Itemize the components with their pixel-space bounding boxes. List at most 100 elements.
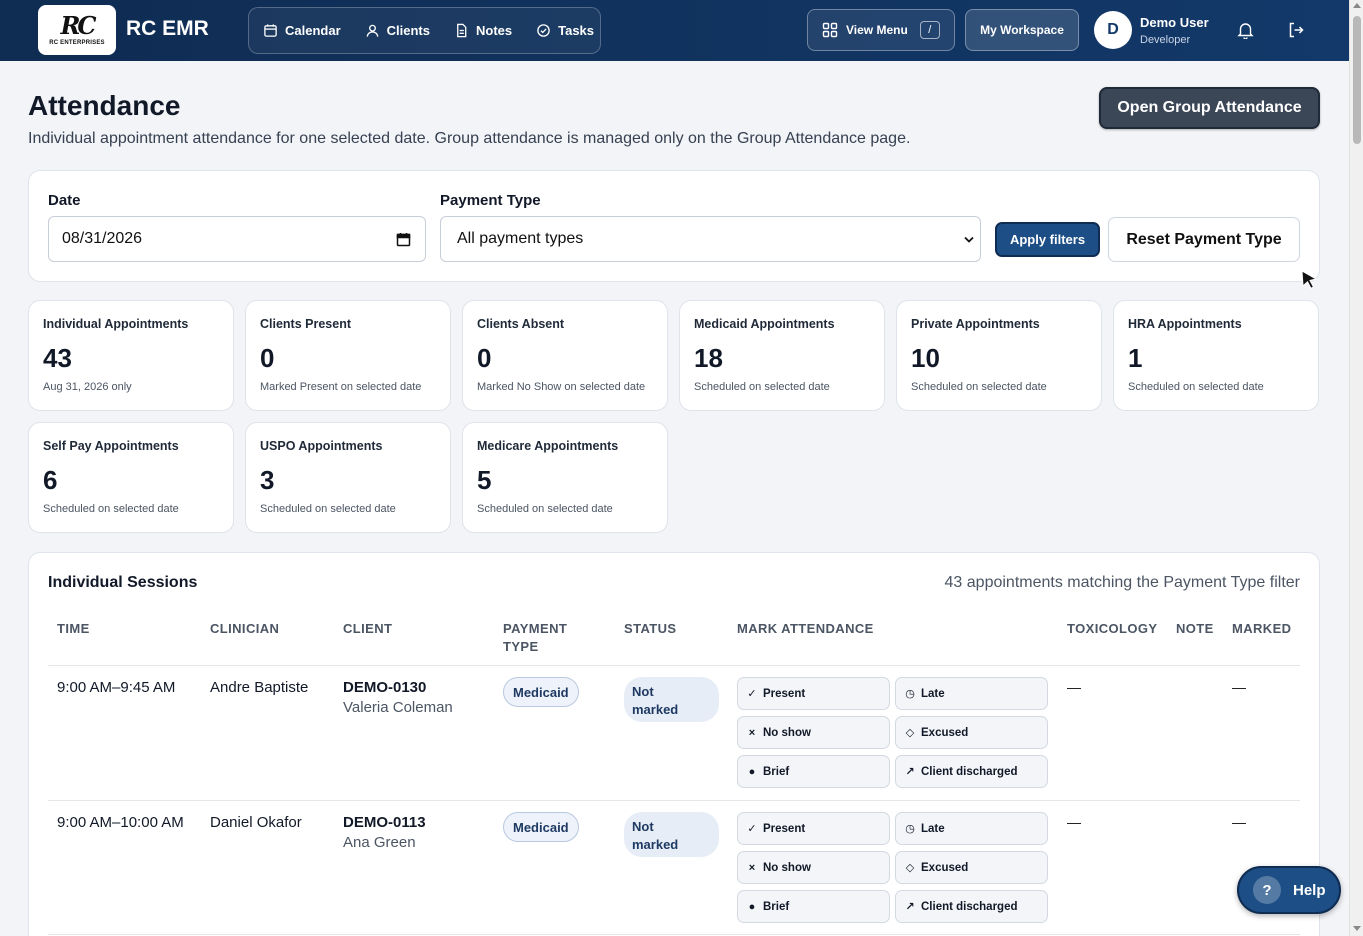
scrollbar-thumb[interactable]: [1353, 16, 1361, 144]
stat-value: 0: [260, 343, 275, 373]
mark-excused-button[interactable]: ◇ Excused: [895, 716, 1048, 749]
button-label: Client discharged: [921, 765, 1018, 778]
nav-clients[interactable]: Clients: [365, 23, 430, 38]
dot-icon: ●: [748, 765, 756, 778]
mark-client-discharged-button[interactable]: ↗ Client discharged: [895, 890, 1048, 923]
stat-description: Scheduled on selected date: [694, 381, 830, 393]
logo-subtitle: RC ENTERPRISES: [49, 40, 105, 46]
view-menu-label: View Menu: [846, 23, 908, 37]
stat-label: Clients Present: [260, 317, 352, 331]
nav-calendar[interactable]: Calendar: [263, 23, 341, 38]
diamond-icon: ◇: [905, 727, 915, 739]
mark-present-button[interactable]: ✓ Present: [737, 812, 890, 845]
stat-value: 5: [477, 465, 492, 495]
stat-description: Scheduled on selected date: [260, 503, 396, 515]
button-label: Late: [921, 687, 945, 700]
top-navigation-bar: RC RC ENTERPRISES RC EMR Calendar Client…: [0, 0, 1349, 61]
row-client-name[interactable]: Ana Green: [343, 834, 416, 851]
stat-card-self-pay-appointments: Self Pay Appointments 6 Scheduled on sel…: [28, 422, 234, 533]
stat-label: Self Pay Appointments: [43, 439, 179, 453]
mark-late-button[interactable]: ◷ Late: [895, 812, 1048, 845]
column-header-mark-attendance: MARK ATTENDANCE: [737, 621, 874, 636]
column-header-clinician: CLINICIAN: [210, 621, 280, 636]
user-name[interactable]: Demo User: [1140, 15, 1209, 30]
mark-no-show-button[interactable]: × No show: [737, 716, 890, 749]
open-group-attendance-button[interactable]: Open Group Attendance: [1099, 87, 1320, 129]
my-workspace-button[interactable]: My Workspace: [965, 9, 1079, 51]
button-label: Brief: [763, 900, 790, 913]
stat-value: 1: [1128, 343, 1143, 373]
stat-card-individual-appointments: Individual Appointments 43 Aug 31, 2026 …: [28, 300, 234, 411]
button-label: Brief: [763, 765, 790, 778]
stat-description: Scheduled on selected date: [477, 503, 613, 515]
apply-filters-button[interactable]: Apply filters: [995, 222, 1100, 257]
mark-brief-button[interactable]: ● Brief: [737, 890, 890, 923]
calendar-icon: [264, 24, 277, 37]
mark-client-discharged-button[interactable]: ↗ Client discharged: [895, 755, 1048, 788]
check-icon: ✓: [747, 688, 757, 700]
page-title: Attendance: [28, 90, 181, 121]
row-client-id[interactable]: DEMO-0130: [343, 679, 426, 696]
payment-type-select[interactable]: All payment types: [440, 216, 981, 262]
table-header-divider: [48, 665, 1300, 666]
clock-icon: ◷: [905, 688, 915, 700]
calendar-picker-icon[interactable]: [396, 232, 411, 247]
payment-type-badge: Medicaid: [503, 677, 579, 707]
app-brand-name[interactable]: RC EMR: [126, 17, 209, 41]
date-input[interactable]: 08/31/2026: [48, 216, 426, 262]
row-client-name[interactable]: Valeria Coleman: [343, 699, 453, 716]
arrow-up-right-icon: ↗: [905, 901, 915, 913]
bell-icon[interactable]: [1237, 21, 1254, 39]
column-header-note: NOTE: [1176, 621, 1214, 636]
sessions-count: 43 appointments matching the Payment Typ…: [944, 574, 1300, 591]
stat-card-medicaid-appointments: Medicaid Appointments 18 Scheduled on se…: [679, 300, 885, 411]
mark-brief-button[interactable]: ● Brief: [737, 755, 890, 788]
row-client-id[interactable]: DEMO-0113: [343, 814, 426, 831]
mark-late-button[interactable]: ◷ Late: [895, 677, 1048, 710]
user-avatar[interactable]: D: [1094, 11, 1132, 49]
row-divider: [48, 934, 1300, 935]
row-time: 9:00 AM–10:00 AM: [57, 814, 184, 831]
button-label: Excused: [921, 726, 969, 739]
clock-icon: ◷: [905, 823, 915, 835]
help-button[interactable]: ? Help: [1237, 866, 1341, 914]
column-header-payment-line1: PAYMENT: [503, 621, 568, 636]
stat-card-medicare-appointments: Medicare Appointments 5 Scheduled on sel…: [462, 422, 668, 533]
button-label: No show: [763, 861, 811, 874]
stat-label: Medicare Appointments: [477, 439, 619, 453]
nav-tasks[interactable]: Tasks: [536, 23, 594, 38]
payment-type-label: Payment Type: [440, 192, 541, 209]
button-label: Late: [921, 822, 945, 835]
stat-description: Scheduled on selected date: [1128, 381, 1264, 393]
column-header-status: STATUS: [624, 621, 677, 636]
stat-description: Scheduled on selected date: [43, 503, 179, 515]
diamond-icon: ◇: [905, 862, 915, 874]
mark-no-show-button[interactable]: × No show: [737, 851, 890, 884]
scroll-up-arrow-icon[interactable]: [1353, 3, 1361, 8]
reset-payment-type-button[interactable]: Reset Payment Type: [1108, 217, 1300, 262]
app-logo[interactable]: RC RC ENTERPRISES: [38, 5, 116, 55]
status-badge: Not marked: [624, 677, 719, 722]
status-badge: Not marked: [624, 812, 719, 857]
logout-icon[interactable]: [1287, 21, 1305, 39]
user-role: Developer: [1140, 34, 1191, 46]
stat-description: Aug 31, 2026 only: [43, 381, 132, 393]
date-label: Date: [48, 192, 81, 209]
stat-card-clients-present: Clients Present 0 Marked Present on sele…: [245, 300, 451, 411]
column-header-marked: MARKED: [1232, 621, 1292, 636]
stat-label: Medicaid Appointments: [694, 317, 835, 331]
document-icon: [457, 23, 467, 38]
stat-description: Scheduled on selected date: [911, 381, 1047, 393]
arrow-up-right-icon: ↗: [905, 766, 915, 778]
nav-clients-label: Clients: [386, 23, 430, 38]
page-scrollbar[interactable]: [1349, 0, 1363, 936]
scroll-down-arrow-icon[interactable]: [1353, 926, 1361, 931]
mark-present-button[interactable]: ✓ Present: [737, 677, 890, 710]
stat-description: Marked Present on selected date: [260, 381, 422, 393]
stat-card-uspo-appointments: USPO Appointments 3 Scheduled on selecte…: [245, 422, 451, 533]
nav-notes[interactable]: Notes: [454, 23, 512, 38]
stat-card-hra-appointments: HRA Appointments 1 Scheduled on selected…: [1113, 300, 1319, 411]
mark-excused-button[interactable]: ◇ Excused: [895, 851, 1048, 884]
stat-label: Individual Appointments: [43, 317, 189, 331]
view-menu-button[interactable]: View Menu /: [807, 9, 955, 51]
